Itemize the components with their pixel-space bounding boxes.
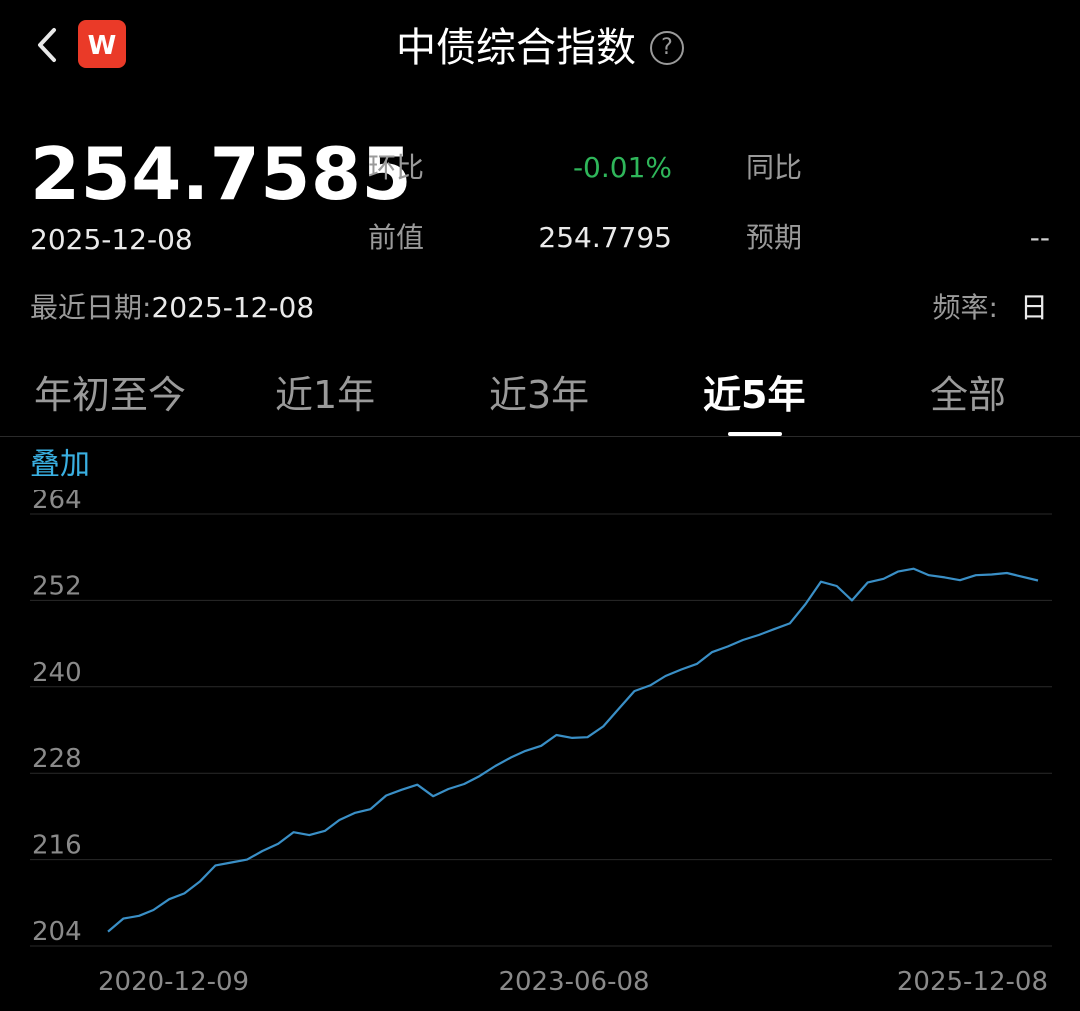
x-tick-label: 2025-12-08 <box>897 967 1048 997</box>
recent-date: 最近日期:2025-12-08 <box>30 288 314 328</box>
tab-1y[interactable]: 近1年 <box>275 366 375 424</box>
mom-value: -0.01% <box>572 151 672 184</box>
recent-date-value: 2025-12-08 <box>151 291 315 324</box>
index-date: 2025-12-08 <box>30 223 193 256</box>
y-tick-label: 240 <box>32 658 82 688</box>
x-tick-label: 2020-12-09 <box>98 967 249 997</box>
page-title-bar: 中债综合指数 ? <box>0 18 1080 78</box>
series-line <box>107 567 1039 933</box>
tab-3y[interactable]: 近3年 <box>489 366 589 424</box>
y-tick-label: 228 <box>32 744 82 774</box>
recent-date-label: 最近日期: <box>30 291 152 324</box>
tab-5y[interactable]: 近5年 <box>703 366 805 424</box>
y-tick-label: 264 <box>32 490 82 515</box>
x-tick-label: 2023-06-08 <box>498 967 649 997</box>
page-title: 中债综合指数 <box>396 25 636 71</box>
mom-label: 环比 <box>368 151 425 184</box>
yoy-label: 同比 <box>746 151 803 184</box>
expected-label: 预期 <box>746 221 803 254</box>
y-tick-label: 252 <box>32 571 82 601</box>
divider <box>0 436 1080 437</box>
range-tabs: 年初至今 近1年 近3年 近5年 全部 <box>0 366 1080 436</box>
frequency: 频率: 日 <box>933 288 1048 328</box>
y-tick-label: 216 <box>32 831 82 861</box>
expected-value: -- <box>1029 221 1050 254</box>
prev-value: 254.7795 <box>538 221 672 254</box>
tab-ytd[interactable]: 年初至今 <box>34 366 186 424</box>
tab-all[interactable]: 全部 <box>930 366 1006 424</box>
index-value: 254.7585 <box>30 132 413 216</box>
index-line-chart[interactable]: 264 252 240 228 216 204 2020-12-09 2023-06-08 20… <box>0 490 1080 1011</box>
frequency-value: 日 <box>1019 291 1048 324</box>
prev-label: 前值 <box>368 221 425 254</box>
y-tick-label: 204 <box>32 917 82 947</box>
question-circle-icon[interactable]: ? <box>650 31 684 65</box>
frequency-label: 频率: <box>932 291 998 324</box>
overlay-button[interactable]: 叠加 <box>30 444 90 486</box>
